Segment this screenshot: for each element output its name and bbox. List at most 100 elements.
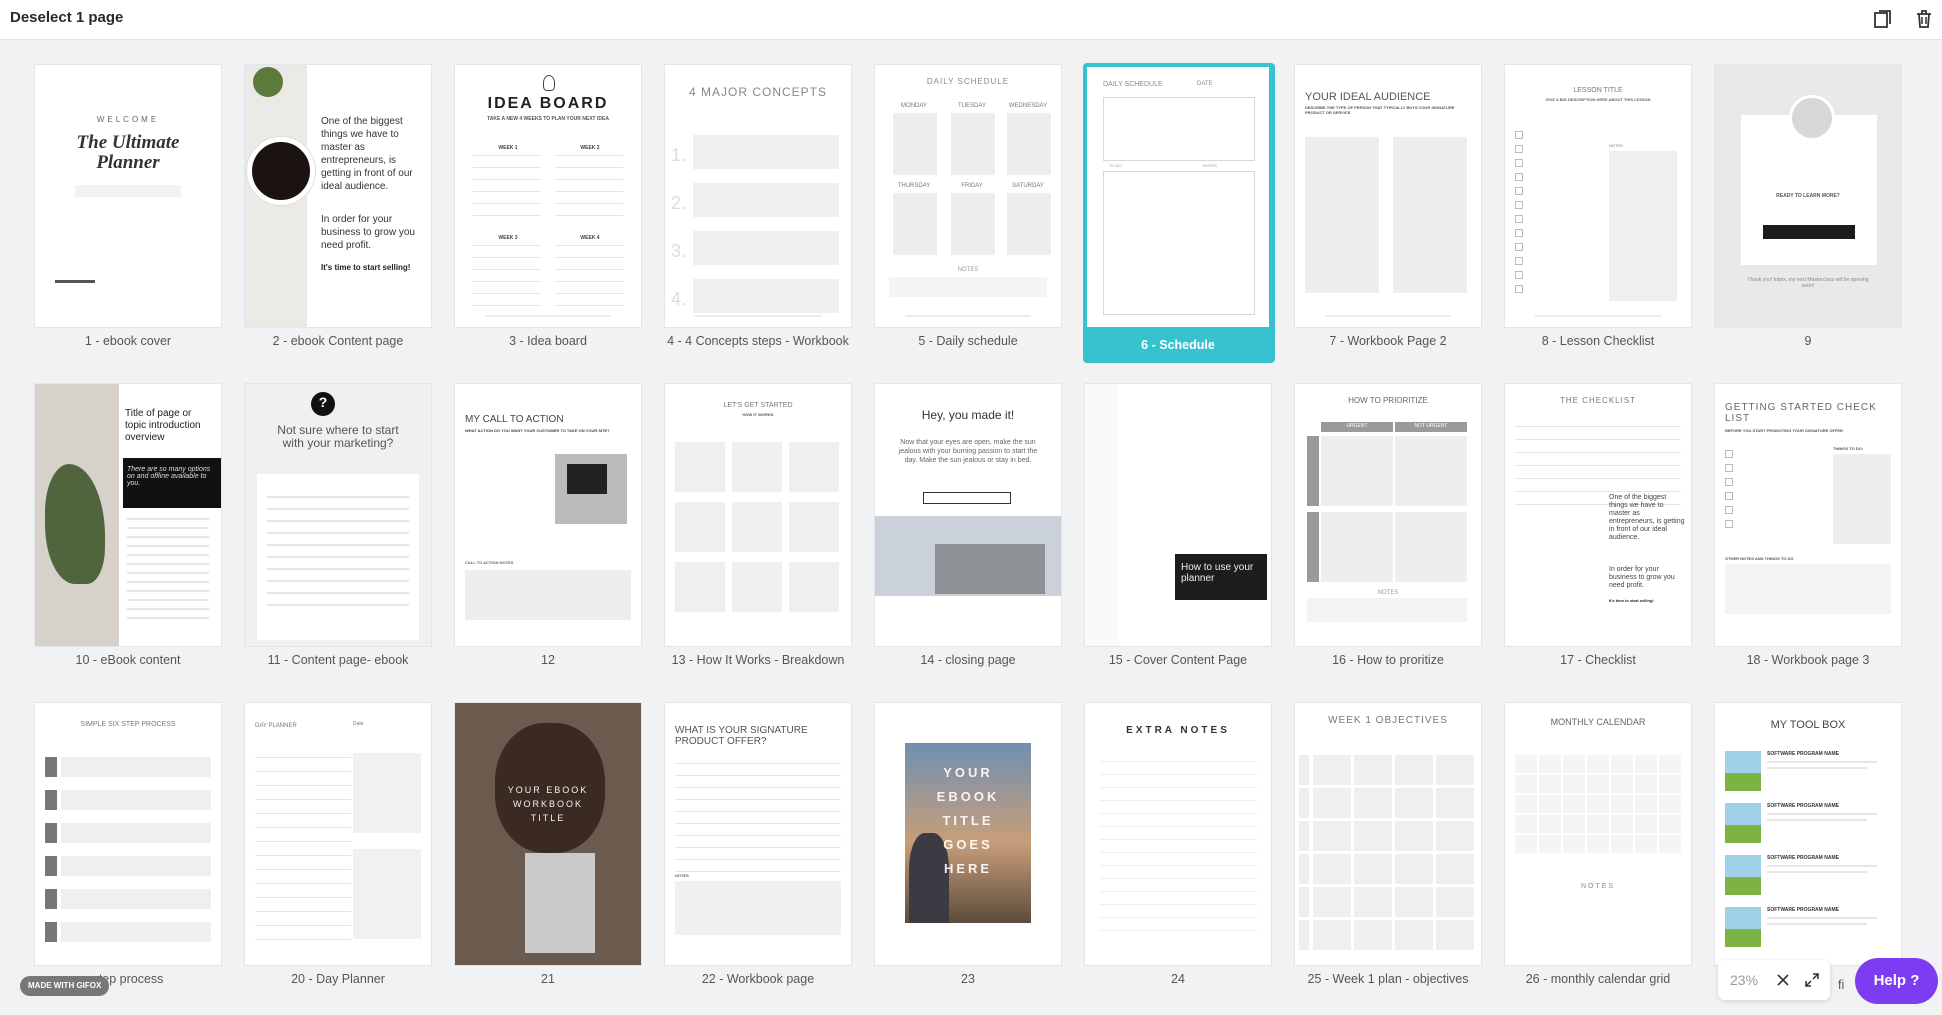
page-preview[interactable]: READY TO LEARN MORE? Thank you! Inbox, my… (1715, 65, 1901, 327)
note-line (1099, 787, 1257, 788)
notes-label: NOTES (957, 267, 979, 273)
agenda-line (255, 827, 351, 828)
page-caption: 17 - Checklist (1560, 653, 1636, 667)
help-button[interactable]: Help ? (1855, 958, 1938, 1004)
step-number (45, 823, 57, 843)
day-label: SATURDAY (1012, 183, 1044, 189)
page-preview[interactable]: MY CALL TO ACTION WHAT ACTION DO YOU WANT… (455, 384, 641, 646)
page-thumbnail[interactable]: MONTHLY CALENDAR NOTES 26 - monthly calend… (1501, 699, 1691, 989)
tool-image (1725, 803, 1761, 843)
page-thumbnail[interactable]: READY TO LEARN MORE? Thank you! Inbox, my… (1711, 61, 1901, 351)
page-thumbnail[interactable]: WEEK 1 OBJECTIVES 25 - Week 1 plan - obje… (1291, 699, 1481, 989)
page-preview[interactable]: Title of page or topic introduction over… (35, 384, 221, 646)
step-box (61, 757, 211, 777)
page-thumbnail[interactable]: Title of page or topic introduction over… (31, 380, 221, 670)
objective-cell (1313, 887, 1351, 917)
page-preview[interactable]: LET'S GET STARTED HOW IT WORKS (665, 384, 851, 646)
page-thumbnail[interactable]: ? Not sure where to start with your marke… (241, 380, 431, 670)
page-preview[interactable]: GETTING STARTED CHECK LIST BEFORE YOU STA… (1715, 384, 1901, 646)
page-thumbnail[interactable]: YOUR EBOOK TITLE GOES HERE 23 (871, 699, 1061, 989)
page-preview[interactable]: One of the biggest things we have to mas… (245, 65, 431, 327)
page-caption: 26 - monthly calendar grid (1525, 972, 1671, 986)
week-label: WEEK 2 (580, 145, 600, 151)
page-thumbnail[interactable]: DAILY SCHEDULE DATE TO DO NOTES 6 - Schedule (1083, 63, 1275, 363)
page-preview[interactable]: EXTRA NOTES (1085, 703, 1271, 965)
audience-subtitle: DESCRIBE THE TYPE OF PERSON THAT TYPICAL… (1305, 105, 1455, 115)
page-thumbnail[interactable]: WHAT IS YOUR SIGNATURE PRODUCT OFFER? NOT… (661, 699, 851, 989)
page-preview[interactable]: ? Not sure where to start with your marke… (245, 384, 431, 646)
page-thumbnail[interactable]: THE CHECKLIST One of the biggest things w… (1501, 380, 1691, 670)
calendar-cell (1635, 775, 1657, 793)
page-thumbnail[interactable]: GETTING STARTED CHECK LIST BEFORE YOU STA… (1711, 380, 1901, 670)
page-thumbnail[interactable]: Hey, you made it! Now that your eyes are … (871, 380, 1061, 670)
page-preview[interactable]: MONTHLY CALENDAR NOTES (1505, 703, 1691, 965)
list-line (1515, 491, 1681, 492)
page-preview[interactable]: WHAT IS YOUR SIGNATURE PRODUCT OFFER? NOT… (665, 703, 851, 965)
page-thumbnail[interactable]: 4 MAJOR CONCEPTS 1. 2. 3. 4. 4 - 4 Concepts s… (661, 61, 851, 351)
page-thumbnail[interactable]: YOUR EBOOK WORKBOOK TITLE 21 (451, 699, 641, 989)
page-thumbnail[interactable]: DAILY SCHEDULE MONDAY TUESDAY WEDNESDAY THUR… (871, 61, 1061, 351)
agenda-line (255, 855, 351, 856)
close-icon[interactable] (1776, 973, 1790, 987)
quadrant (1395, 436, 1467, 506)
agenda-line (255, 757, 351, 758)
page-preview[interactable]: YOUR IDEAL AUDIENCE DESCRIBE THE TYPE OF … (1295, 65, 1481, 327)
note-line (1099, 891, 1257, 892)
day-label-bar (1299, 821, 1309, 851)
page-thumbnail[interactable]: WELCOME The Ultimate Planner 1 - ebook cov… (31, 61, 221, 351)
calendar-cell (1539, 835, 1561, 853)
tool-image (1725, 751, 1761, 791)
page-preview[interactable]: WELCOME The Ultimate Planner (35, 65, 221, 327)
page-thumbnail[interactable]: How to use your planner 15 - Cover Conten… (1081, 380, 1271, 670)
page-preview[interactable]: 4 MAJOR CONCEPTS 1. 2. 3. 4. (665, 65, 851, 327)
content-cta: It's time to start selling! (321, 263, 411, 272)
zoom-level[interactable]: 23% (1730, 972, 1758, 988)
page-preview[interactable]: LESSON TITLE GIVE A BIG DESCRIPTION HERE … (1505, 65, 1691, 327)
page-thumbnail[interactable]: MY CALL TO ACTION WHAT ACTION DO YOU WANT… (451, 380, 641, 670)
page-thumbnail[interactable]: MY TOOL BOX SOFTWARE PROGRAM NAME SOFTWARE… (1711, 699, 1901, 989)
plant (253, 67, 283, 97)
page-preview[interactable]: Hey, you made it! Now that your eyes are … (875, 384, 1061, 646)
page-preview[interactable]: DAY PLANNER Date (245, 703, 431, 965)
page-preview[interactable]: DAILY SCHEDULE DATE TO DO NOTES (1087, 67, 1269, 327)
page-thumbnail[interactable]: YOUR IDEAL AUDIENCE DESCRIBE THE TYPE OF … (1291, 61, 1481, 351)
note-line (1099, 930, 1257, 931)
other-notes-label: OTHER NOTES AND THINGS TO DO (1725, 556, 1794, 561)
page-preview[interactable]: MY TOOL BOX SOFTWARE PROGRAM NAME SOFTWARE… (1715, 703, 1901, 965)
text-line (127, 617, 209, 619)
page-thumbnail[interactable]: SIMPLE SIX STEP PROCESS step process (31, 699, 221, 989)
page-preview[interactable]: SIMPLE SIX STEP PROCESS (35, 703, 221, 965)
page-thumbnail[interactable]: IDEA BOARD TAKE A NEW 4 WEEKS TO PLAN YOU… (451, 61, 641, 351)
objective-cell (1354, 854, 1392, 884)
page-thumbnail[interactable]: One of the biggest things we have to mas… (241, 61, 431, 351)
page-thumbnail[interactable]: LESSON TITLE GIVE A BIG DESCRIPTION HERE … (1501, 61, 1691, 351)
text-line (127, 536, 209, 538)
page-preview[interactable]: YOUR EBOOK TITLE GOES HERE (875, 703, 1061, 965)
monitor (567, 464, 607, 494)
expand-icon[interactable] (1804, 972, 1820, 988)
page-preview[interactable]: DAILY SCHEDULE MONDAY TUESDAY WEDNESDAY THUR… (875, 65, 1061, 327)
text-line (267, 544, 409, 546)
page-thumbnail[interactable]: HOW TO PRIORITIZE URGENT NOT URGENT NOTES 16… (1291, 380, 1481, 670)
calendar-cell (1563, 775, 1585, 793)
step-box (61, 790, 211, 810)
notes-box (889, 277, 1047, 297)
page-preview[interactable]: WEEK 1 OBJECTIVES (1295, 703, 1481, 965)
agenda-line (255, 869, 351, 870)
page-thumbnail[interactable]: LET'S GET STARTED HOW IT WORKS 13 - How It… (661, 380, 851, 670)
page-thumbnail[interactable]: EXTRA NOTES 24 (1081, 699, 1271, 989)
page-preview[interactable]: YOUR EBOOK WORKBOOK TITLE (455, 703, 641, 965)
checklist-cta: It's time to start selling! (1609, 598, 1654, 603)
cover-subtitle (75, 185, 181, 197)
list-line (1515, 452, 1681, 453)
calendar-cell (1539, 815, 1561, 833)
objective-cell (1436, 854, 1474, 884)
page-caption: 15 - Cover Content Page (1108, 653, 1248, 667)
page-thumbnail[interactable]: DAY PLANNER Date 20 - Day Planner (241, 699, 431, 989)
page-preview[interactable]: How to use your planner (1085, 384, 1271, 646)
page-preview[interactable]: THE CHECKLIST One of the biggest things w… (1505, 384, 1691, 646)
page-preview[interactable]: HOW TO PRIORITIZE URGENT NOT URGENT NOTES (1295, 384, 1481, 646)
page-preview[interactable]: IDEA BOARD TAKE A NEW 4 WEEKS TO PLAN YOU… (455, 65, 641, 327)
objective-cell (1436, 821, 1474, 851)
text-line (267, 604, 409, 606)
